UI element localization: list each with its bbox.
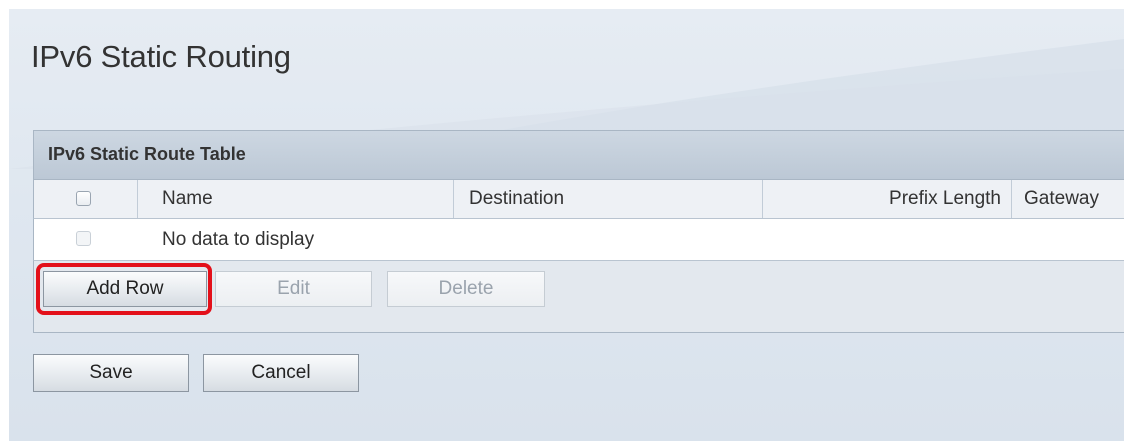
column-header-destination-label: Destination (469, 188, 565, 209)
cancel-button[interactable]: Cancel (203, 354, 359, 392)
select-all-cell (34, 180, 138, 218)
column-header-row: Name Destination Prefix Length Gateway (33, 180, 1124, 219)
column-header-gateway: Gateway (1012, 180, 1124, 218)
add-row-button[interactable]: Add Row (43, 271, 207, 307)
row-checkbox (76, 231, 91, 246)
column-header-name-label: Name (162, 188, 213, 209)
column-header-prefix-length: Prefix Length (763, 180, 1012, 218)
column-header-destination: Destination (454, 180, 763, 218)
column-header-prefix-length-label: Prefix Length (889, 188, 1001, 209)
column-header-name: Name (138, 180, 454, 218)
no-data-message: No data to display (162, 229, 315, 250)
table-header: IPv6 Static Route Table (33, 130, 1124, 180)
table-action-bar: Add Row Edit Delete (33, 261, 1124, 333)
empty-table-row: No data to display (33, 219, 1124, 261)
page-frame: IPv6 Static Routing IPv6 Static Route Ta… (9, 9, 1124, 441)
column-header-gateway-label: Gateway (1024, 188, 1099, 209)
table-title: IPv6 Static Route Table (48, 144, 246, 164)
edit-button: Edit (215, 271, 372, 307)
select-all-checkbox[interactable] (76, 191, 91, 206)
page-title: IPv6 Static Routing (31, 39, 291, 74)
save-button[interactable]: Save (33, 354, 189, 392)
delete-button: Delete (387, 271, 545, 307)
static-route-table: IPv6 Static Route Table Name Destination… (33, 130, 1124, 333)
